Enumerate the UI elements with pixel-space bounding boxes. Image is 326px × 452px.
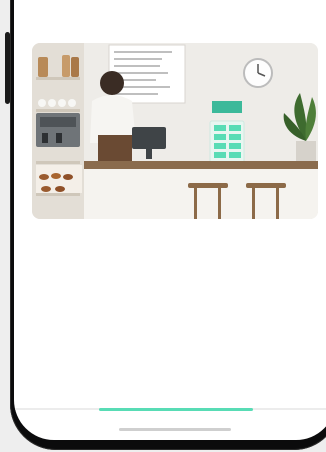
side-button xyxy=(5,32,10,104)
hero-image xyxy=(32,43,318,219)
phone-screen xyxy=(14,0,326,440)
home-indicator[interactable] xyxy=(119,428,231,431)
cafe-counter-illustration xyxy=(32,43,318,219)
carousel-active-indicator[interactable] xyxy=(99,408,253,411)
